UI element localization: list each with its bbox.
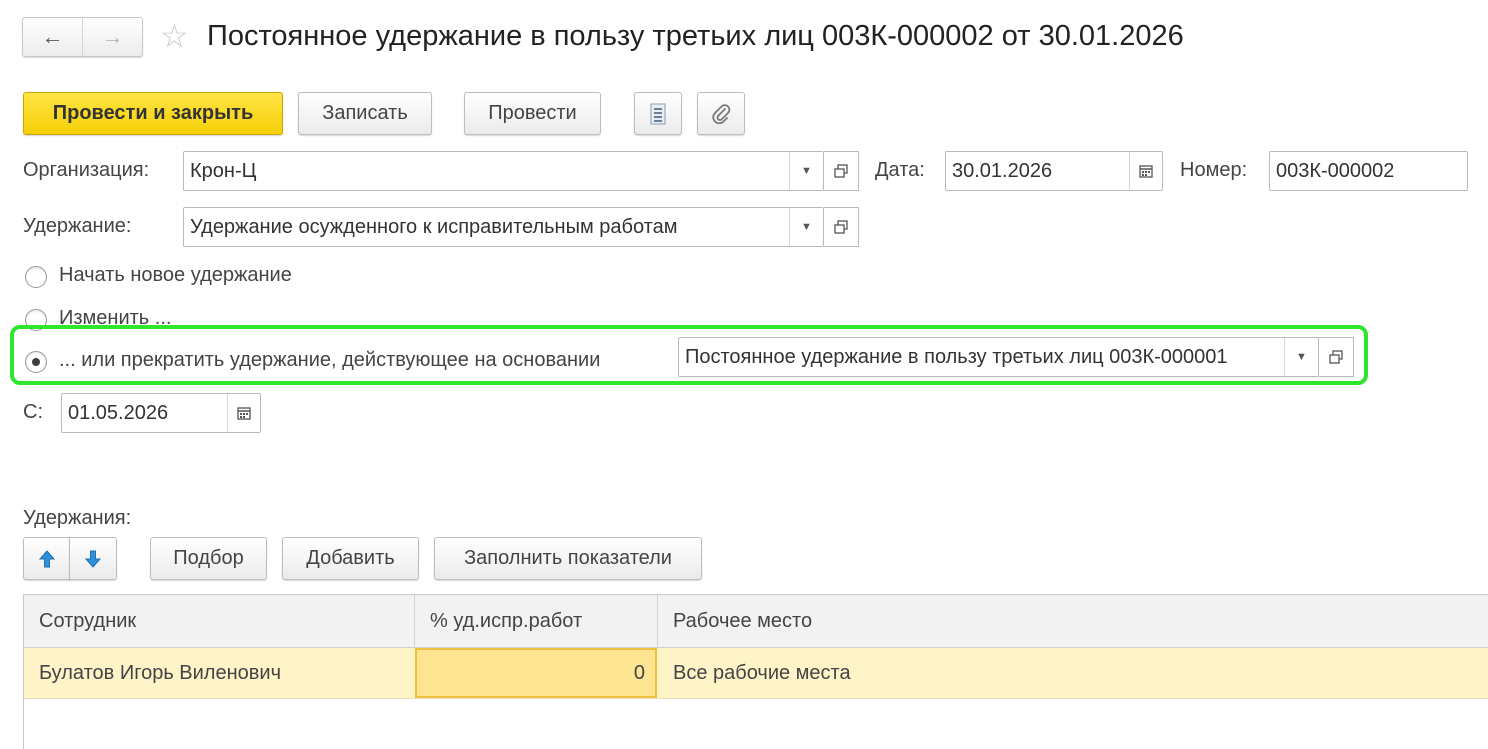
dropdown-icon[interactable]: ▼: [1284, 338, 1318, 376]
column-header-employee[interactable]: Сотрудник: [24, 595, 415, 647]
deduction-label: Удержание:: [23, 215, 132, 237]
radio-new-deduction[interactable]: [25, 266, 47, 288]
back-button[interactable]: ←: [23, 18, 83, 56]
open-basis-document-button[interactable]: [1319, 337, 1354, 377]
date-value: 30.01.2026: [952, 159, 1053, 182]
pick-button[interactable]: Подбор: [150, 537, 267, 580]
open-deduction-button[interactable]: [824, 207, 859, 247]
forward-button[interactable]: →: [83, 18, 142, 56]
deduction-value: Удержание осужденного к исправительным р…: [190, 215, 678, 238]
cell-workplace[interactable]: Все рабочие места: [658, 648, 1488, 698]
arrow-right-icon: →: [101, 24, 124, 49]
open-window-icon: [834, 220, 848, 234]
basis-document-value: Постоянное удержание в пользу третьих ли…: [685, 345, 1228, 368]
column-header-workplace[interactable]: Рабочее место: [658, 595, 1488, 647]
move-down-button[interactable]: [69, 537, 117, 580]
from-label: С:: [23, 401, 43, 423]
table-header: Сотрудник % уд.испр.работ Рабочее место: [24, 595, 1488, 648]
post-button[interactable]: Провести: [464, 92, 601, 135]
calendar-icon[interactable]: [1129, 152, 1162, 190]
column-header-percent[interactable]: % уд.испр.работ: [415, 595, 658, 647]
document-list-icon: [650, 103, 666, 124]
from-date-value: 01.05.2026: [68, 401, 169, 424]
open-window-icon: [834, 164, 848, 178]
radio-stop-deduction[interactable]: [25, 351, 47, 373]
arrow-up-icon: [38, 549, 55, 567]
number-field[interactable]: 003К-000002: [1269, 151, 1468, 191]
save-button[interactable]: Записать: [298, 92, 432, 135]
arrow-down-icon: [84, 550, 102, 568]
radio-new-label[interactable]: Начать новое удержание: [59, 264, 292, 287]
page-title: Постоянное удержание в пользу третьих ли…: [207, 20, 1184, 52]
basis-document-field[interactable]: Постоянное удержание в пользу третьих ли…: [678, 337, 1319, 377]
date-field[interactable]: 30.01.2026: [945, 151, 1163, 191]
arrow-left-icon: ←: [41, 24, 64, 49]
favorite-star-icon[interactable]: ☆: [160, 18, 189, 54]
deduction-field[interactable]: Удержание осужденного к исправительным р…: [183, 207, 824, 247]
nav-buttons: ← →: [22, 17, 143, 57]
organization-value: Крон-Ц: [190, 159, 257, 182]
move-up-button[interactable]: [23, 537, 70, 580]
dropdown-icon[interactable]: ▼: [789, 152, 823, 190]
radio-stop-label[interactable]: ... или прекратить удержание, действующе…: [59, 349, 600, 372]
add-button[interactable]: Добавить: [282, 537, 419, 580]
cell-employee[interactable]: Булатов Игорь Виленович: [24, 648, 415, 698]
organization-label: Организация:: [23, 159, 150, 181]
report-button[interactable]: [634, 92, 682, 135]
open-window-icon: [1329, 350, 1343, 364]
table-row[interactable]: Булатов Игорь Виленович 0 Все рабочие ме…: [24, 648, 1488, 699]
number-value: 003К-000002: [1276, 159, 1395, 182]
cell-percent[interactable]: 0: [415, 648, 657, 698]
from-date-field[interactable]: 01.05.2026: [61, 393, 261, 433]
calendar-icon[interactable]: [227, 394, 260, 432]
attach-button[interactable]: [697, 92, 745, 135]
deductions-section-label: Удержания:: [23, 507, 132, 529]
fill-indicators-button[interactable]: Заполнить показатели: [434, 537, 702, 580]
date-label: Дата:: [875, 159, 925, 181]
post-and-close-button[interactable]: Провести и закрыть: [23, 92, 283, 135]
dropdown-icon[interactable]: ▼: [789, 208, 823, 246]
open-organization-button[interactable]: [824, 151, 859, 191]
paperclip-icon: [712, 103, 731, 124]
number-label: Номер:: [1180, 159, 1248, 181]
organization-field[interactable]: Крон-Ц ▼: [183, 151, 824, 191]
deductions-table: Сотрудник % уд.испр.работ Рабочее место …: [23, 594, 1488, 749]
